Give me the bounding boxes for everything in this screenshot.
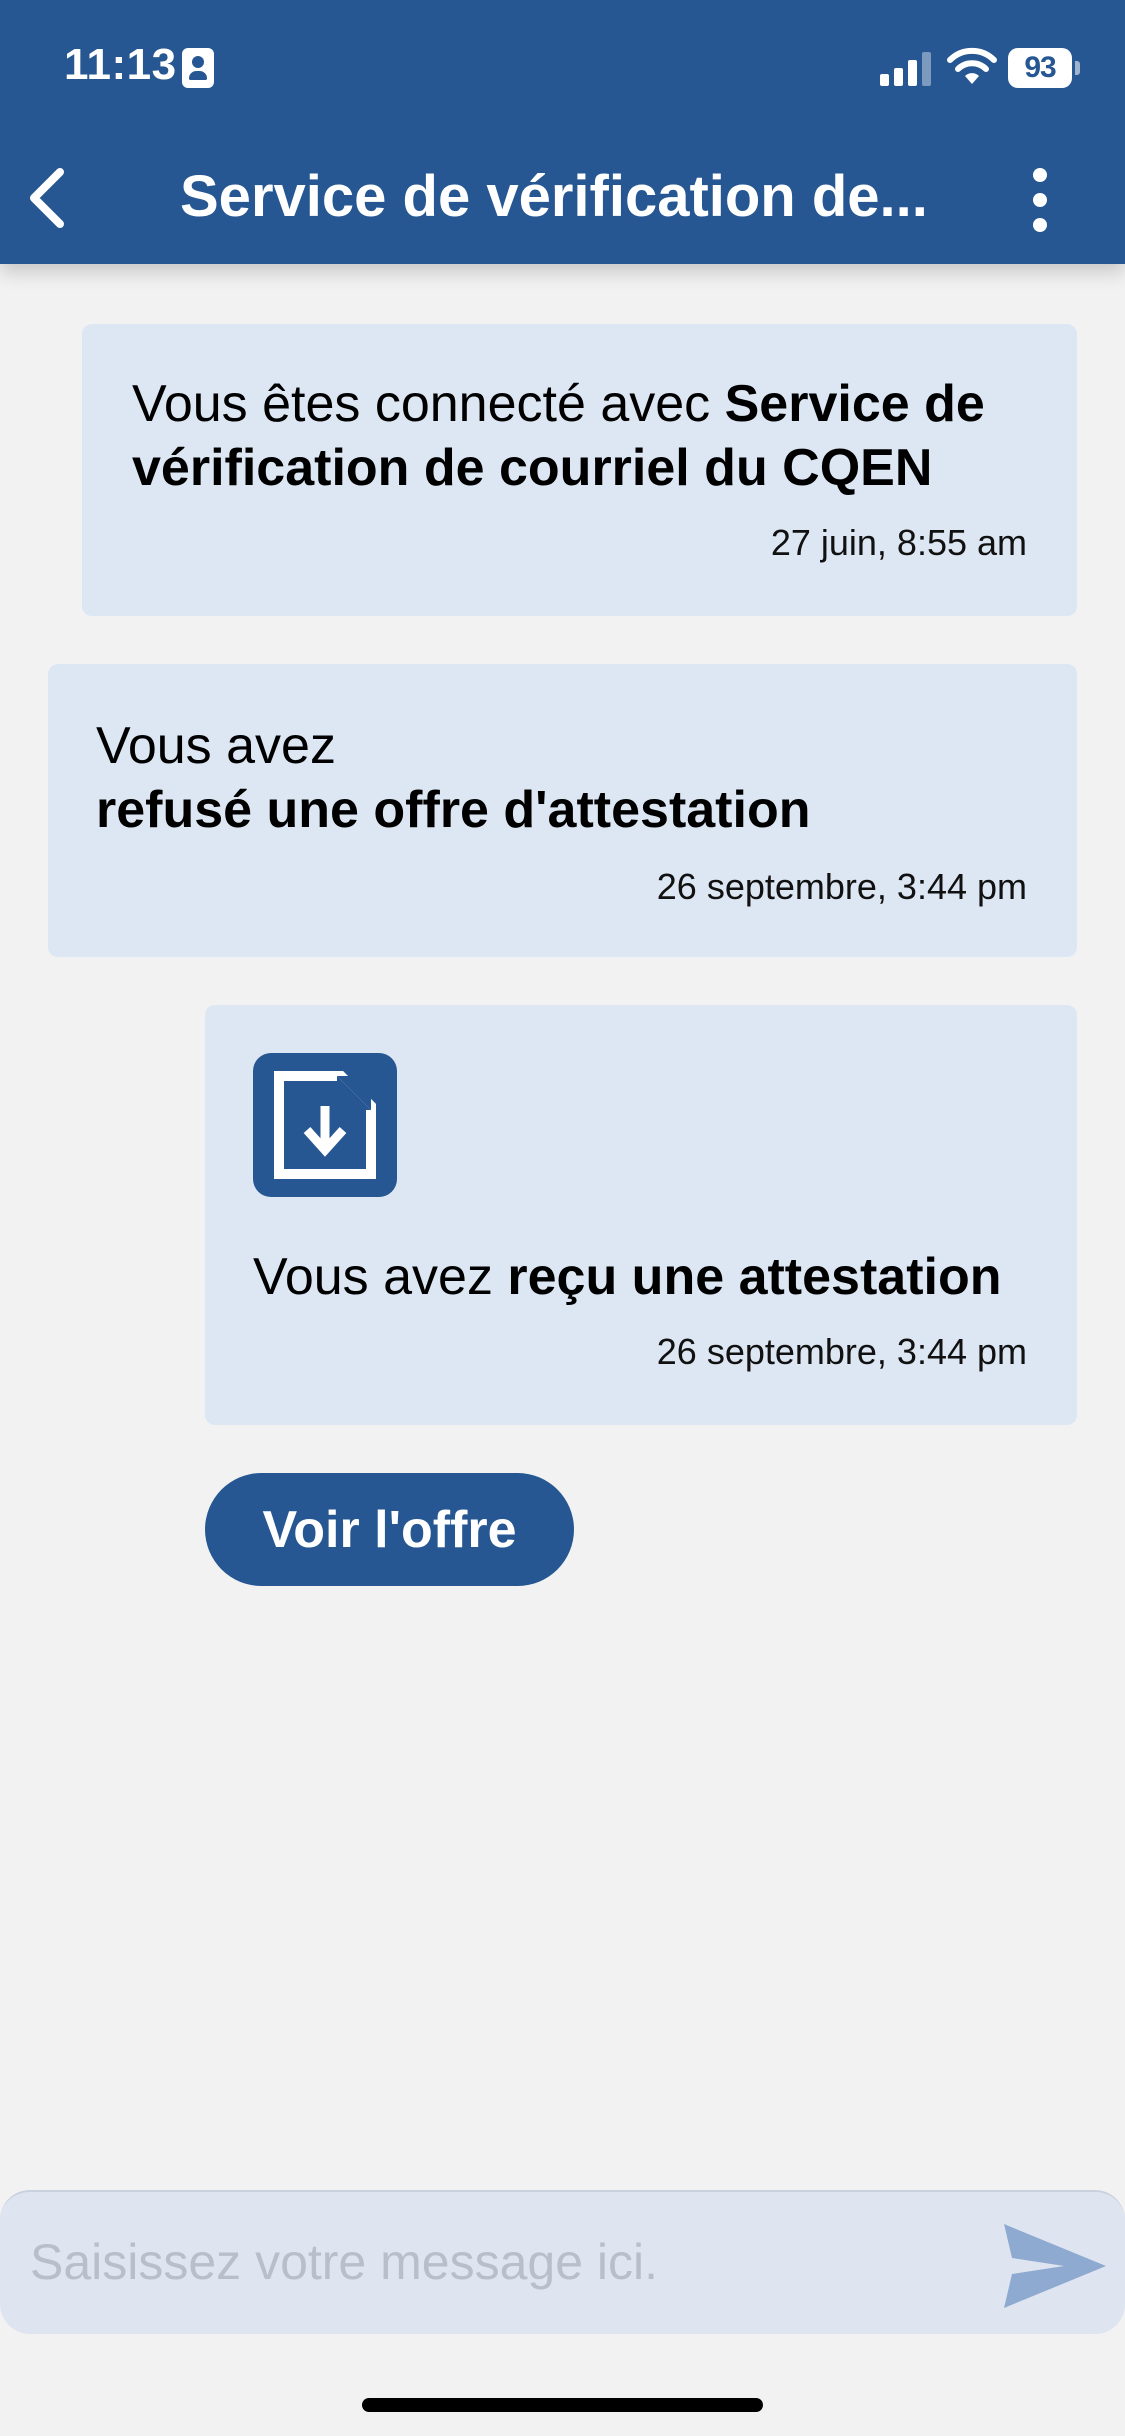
view-offer-button[interactable]: Voir l'offre bbox=[205, 1473, 574, 1586]
more-options-icon[interactable] bbox=[1016, 168, 1066, 232]
back-icon[interactable] bbox=[16, 160, 76, 236]
message-bubble-received-credential: Vous avez reçu une attestation 26 septem… bbox=[205, 1005, 1077, 1425]
page-title: Service de vérification de... bbox=[180, 164, 928, 229]
message-input[interactable] bbox=[30, 2220, 970, 2304]
home-indicator[interactable] bbox=[362, 2398, 763, 2412]
send-icon[interactable] bbox=[1000, 2218, 1110, 2314]
message-text: Vous avez reçu une attestation bbox=[253, 1248, 1002, 1306]
message-timestamp: 26 septembre, 3:44 pm bbox=[656, 1331, 1027, 1372]
message-composer bbox=[0, 2190, 1125, 2334]
document-download-icon bbox=[253, 1053, 397, 1197]
wifi-icon bbox=[947, 47, 997, 84]
message-text: Vous avez refusé une offre d'attestation bbox=[96, 717, 811, 839]
message-text: Vous êtes connecté avec Service de vérif… bbox=[132, 375, 985, 497]
battery-icon: 93 bbox=[1008, 48, 1080, 88]
message-bubble-refused-offer: Vous avez refusé une offre d'attestation… bbox=[48, 664, 1077, 957]
status-time: 11:13 bbox=[64, 40, 177, 89]
message-timestamp: 26 septembre, 3:44 pm bbox=[656, 866, 1027, 907]
message-timestamp: 27 juin, 8:55 am bbox=[770, 522, 1027, 563]
message-bubble-connection: Vous êtes connecté avec Service de vérif… bbox=[82, 324, 1077, 616]
app-header: 11:13 93 Service de vérification de... bbox=[0, 0, 1125, 264]
cellular-signal-icon bbox=[880, 50, 934, 86]
contact-card-icon bbox=[182, 48, 214, 88]
battery-level: 93 bbox=[1024, 51, 1056, 84]
